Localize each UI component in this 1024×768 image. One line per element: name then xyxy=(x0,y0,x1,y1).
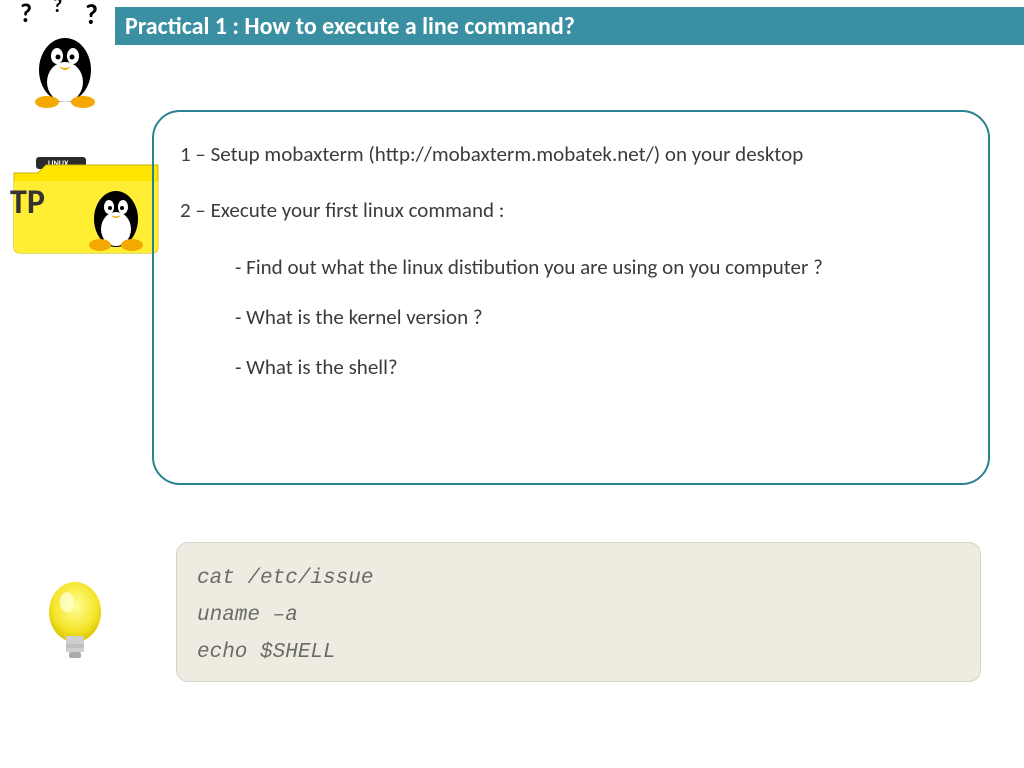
svg-text:?: ? xyxy=(85,0,98,32)
hint-code-box: cat /etc/issue uname –a echo $SHELL xyxy=(176,542,981,682)
slide-title-bar: Practical 1 : How to execute a line comm… xyxy=(115,7,1024,45)
step-2-sub-3: - What is the shell? xyxy=(235,353,962,381)
step-2-text: 2 – Execute your first linux command : xyxy=(180,196,962,224)
tp-linux-folder-icon: LINUX TP xyxy=(8,155,163,255)
svg-text:?: ? xyxy=(20,0,32,29)
svg-text:TP: TP xyxy=(10,182,45,223)
tux-question-icon: ? ? ? xyxy=(15,0,115,115)
step-2-sub-2: - What is the kernel version ? xyxy=(235,303,962,331)
svg-text:?: ? xyxy=(53,0,62,18)
step-2-sub-1: - Find out what the linux distibution yo… xyxy=(235,253,962,281)
step-1-text: 1 – Setup mobaxterm (http://mobaxterm.mo… xyxy=(180,140,962,168)
hint-line-2: uname –a xyxy=(197,598,960,635)
lightbulb-icon xyxy=(40,578,110,668)
hint-line-3: echo $SHELL xyxy=(197,635,960,672)
content-box: 1 – Setup mobaxterm (http://mobaxterm.mo… xyxy=(152,110,990,485)
hint-line-1: cat /etc/issue xyxy=(197,561,960,598)
slide-title: Practical 1 : How to execute a line comm… xyxy=(125,12,575,41)
